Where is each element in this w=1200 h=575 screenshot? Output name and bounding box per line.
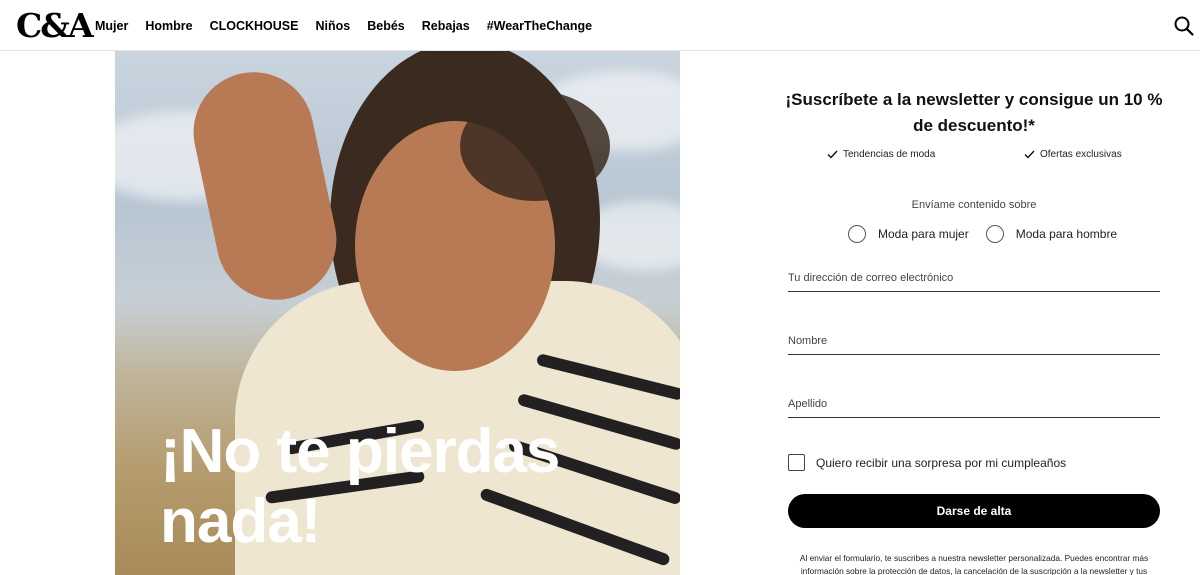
nav-item-ninos[interactable]: Niños — [315, 19, 350, 33]
content-preference-label: Envíame contenido sobre — [911, 199, 1037, 211]
site-header: C&A Mujer Hombre CLOCKHOUSE Niños Bebés … — [0, 0, 1200, 51]
radio-label: Moda para mujer — [878, 227, 969, 241]
legal-text: Al enviar el formulario, te suscribes a … — [799, 553, 1149, 575]
benefit-label: Tendencias de moda — [843, 149, 936, 160]
newsletter-title: ¡Suscríbete a la newsletter y consigue u… — [785, 90, 1163, 135]
last-name-field-wrapper — [788, 392, 1160, 418]
nav-item-bebes[interactable]: Bebés — [367, 19, 405, 33]
nav-item-mujer[interactable]: Mujer — [95, 19, 128, 33]
hero-title-line: nada! — [160, 487, 321, 556]
search-icon[interactable] — [1174, 16, 1194, 36]
check-icon — [827, 150, 838, 159]
radio-button[interactable] — [985, 225, 1004, 243]
radio-women-fashion[interactable]: Moda para mujer — [848, 225, 969, 243]
radio-button[interactable] — [848, 225, 866, 243]
hero-title-line: ¡No te pierdas — [160, 417, 560, 486]
check-icon — [1024, 150, 1035, 159]
benefit-item: Ofertas exclusivas — [1024, 149, 1122, 160]
logo[interactable]: C&A — [16, 6, 94, 45]
benefits-list: Tendencias de moda Ofertas exclusivas — [788, 149, 1160, 163]
main-nav: Mujer Hombre CLOCKHOUSE Niños Bebés Reba… — [95, 0, 609, 51]
benefit-item: Tendencias de moda — [827, 149, 935, 160]
last-name-field[interactable] — [788, 392, 1160, 416]
first-name-field[interactable] — [788, 329, 1160, 353]
radio-men-fashion[interactable]: Moda para hombre — [985, 225, 1118, 243]
content-preference-group: Moda para mujer Moda para hombre — [848, 225, 1134, 243]
subscribe-button[interactable]: Darse de alta — [788, 494, 1160, 528]
birthday-label: Quiero recibir una sorpresa por mi cumpl… — [816, 455, 1067, 470]
email-field-wrapper — [788, 266, 1160, 292]
birthday-option[interactable]: Quiero recibir una sorpresa por mi cumpl… — [788, 454, 1066, 471]
nav-item-clockhouse[interactable]: CLOCKHOUSE — [210, 19, 299, 33]
first-name-field-wrapper — [788, 329, 1160, 355]
benefit-label: Ofertas exclusivas — [1040, 149, 1122, 160]
nav-item-rebajas[interactable]: Rebajas — [422, 19, 470, 33]
hero-title: ¡No te pierdas nada! — [160, 417, 660, 557]
radio-label: Moda para hombre — [1015, 227, 1118, 241]
nav-item-wearthechange[interactable]: #WearTheChange — [487, 19, 592, 33]
birthday-checkbox[interactable] — [788, 454, 805, 471]
email-field[interactable] — [788, 266, 1160, 290]
hero-image: ¡No te pierdas nada! — [115, 51, 680, 575]
nav-item-hombre[interactable]: Hombre — [145, 19, 192, 33]
